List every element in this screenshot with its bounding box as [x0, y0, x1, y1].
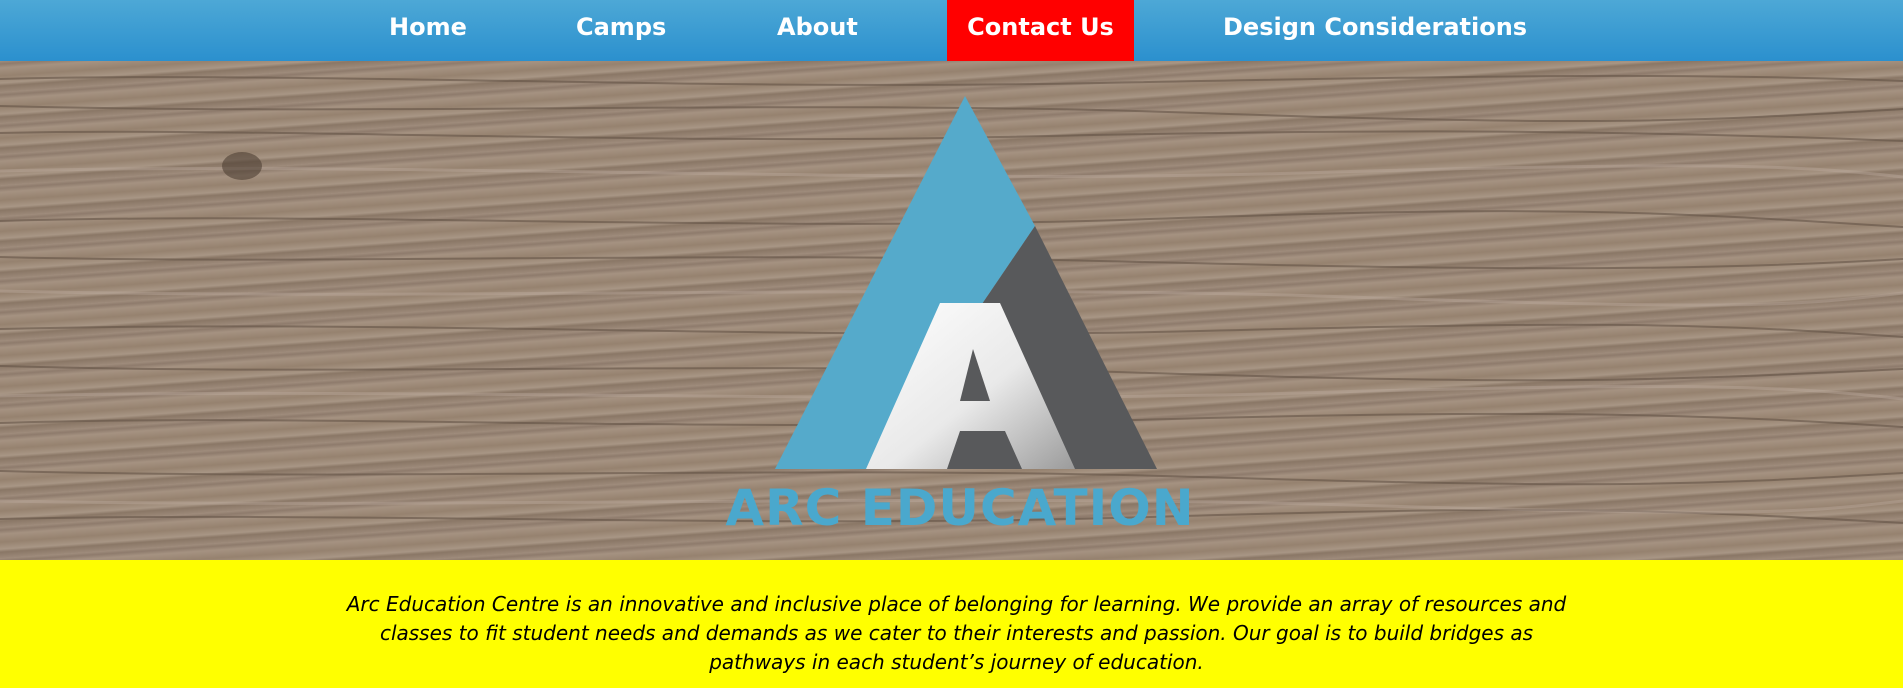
logo-text: ARC EDUCATION — [725, 479, 1195, 537]
nav-design-considerations-link[interactable]: Design Considerations — [1223, 0, 1527, 61]
nav-camps-link[interactable]: Camps — [576, 0, 666, 61]
intro-paragraph: Arc Education Centre is an innovative an… — [346, 592, 1567, 674]
nav-home-link[interactable]: Home — [389, 0, 467, 61]
hero-banner: ARC EDUCATION — [0, 61, 1903, 560]
top-nav: Home Camps About Contact Us Design Consi… — [0, 0, 1903, 61]
nav-about-link[interactable]: About — [777, 0, 858, 61]
nav-contact-link[interactable]: Contact Us — [947, 0, 1134, 61]
intro-section: Arc Education Centre is an innovative an… — [0, 560, 1903, 688]
